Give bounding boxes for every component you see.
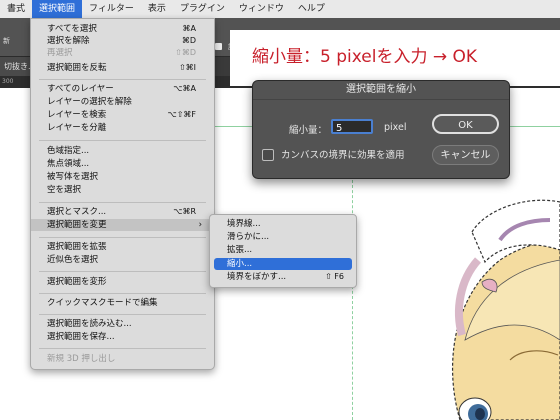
cancel-button[interactable]: キャンセル xyxy=(432,145,499,165)
menu-plugins[interactable]: プラグイン xyxy=(173,0,232,18)
menu-separator xyxy=(39,202,206,203)
options-checkbox[interactable] xyxy=(215,43,222,50)
menu-item-select-all[interactable]: すべてを選択 ⌘A xyxy=(31,23,214,35)
menu-item-deselect[interactable]: 選択を解除 ⌘D xyxy=(31,35,214,47)
submenu-item-contract[interactable]: 縮小... xyxy=(214,258,352,270)
menu-item-select-subject[interactable]: 被写体を選択 xyxy=(31,171,214,183)
menubar: 書式 選択範囲 フィルター 表示 プラグイン ウィンドウ ヘルプ xyxy=(0,0,560,19)
contract-unit-label: pixel xyxy=(384,122,407,133)
menu-separator xyxy=(39,79,206,80)
menu-item-all-layers[interactable]: すべてのレイヤー ⌥⌘A xyxy=(31,83,214,95)
menu-view[interactable]: 表示 xyxy=(141,0,173,18)
apply-canvas-bounds-label[interactable]: カンバスの境界に効果を適用 xyxy=(281,147,405,161)
menu-item-deselect-layers[interactable]: レイヤーの選択を解除 xyxy=(31,96,214,108)
submenu-item-feather[interactable]: 境界をぼかす... ⇧ F6 xyxy=(210,271,356,283)
menu-separator xyxy=(39,271,206,272)
character-artwork xyxy=(452,199,560,420)
menu-item-save-selection[interactable]: 選択範囲を保存... xyxy=(31,331,214,343)
ok-button[interactable]: OK xyxy=(432,114,499,134)
menu-item-select-sky[interactable]: 空を選択 xyxy=(31,184,214,196)
annotation-text: 縮小量：5 pixelを入力 → OK xyxy=(252,47,478,67)
menu-item-isolate-layers[interactable]: レイヤーを分離 xyxy=(31,122,214,134)
menu-item-modify[interactable]: 選択範囲を変更 › xyxy=(31,219,214,231)
menu-item-find-layers[interactable]: レイヤーを検索 ⌥⇧⌘F xyxy=(31,109,214,121)
menu-item-new-3d-extrusion: 新規 3D 押し出し xyxy=(47,354,116,364)
menu-separator xyxy=(39,140,206,141)
menu-item-similar[interactable]: 近似色を選択 xyxy=(31,254,214,266)
menu-separator xyxy=(39,314,206,315)
submenu-item-smooth[interactable]: 滑らかに... xyxy=(210,231,356,243)
menu-help[interactable]: ヘルプ xyxy=(291,0,332,18)
select-menu-dropdown: すべてを選択 ⌘A 選択を解除 ⌘D 再選択 ⇧⌘D 選択範囲を反転 ⇧⌘I すべてのレ… xyxy=(30,18,215,370)
menu-window[interactable]: ウィンドウ xyxy=(232,0,291,18)
menu-separator xyxy=(39,348,206,349)
contract-selection-dialog: 選択範囲を縮小 縮小量： 5 pixel カンバスの境界に効果を適用 OK キャ… xyxy=(252,80,510,179)
ruler-tick-label: 300 xyxy=(2,78,14,85)
menu-separator xyxy=(39,293,206,294)
menu-item-grow[interactable]: 選択範囲を拡張 xyxy=(31,241,214,253)
apply-canvas-bounds-checkbox[interactable] xyxy=(262,149,274,161)
menu-item-focus-area[interactable]: 焦点領域... xyxy=(31,158,214,170)
menu-format[interactable]: 書式 xyxy=(0,0,32,18)
menu-filter[interactable]: フィルター xyxy=(82,0,141,18)
instruction-annotation: 縮小量：5 pixelを入力 → OK xyxy=(230,30,560,86)
chevron-right-icon: › xyxy=(198,220,202,230)
modify-submenu: 境界線... 滑らかに... 拡張... 縮小... 境界をぼかす... ⇧ F6 xyxy=(209,214,357,288)
menu-item-transform-selection[interactable]: 選択範囲を変形 xyxy=(31,276,214,288)
menu-item-quick-mask[interactable]: クイックマスクモードで編集 xyxy=(31,297,214,309)
menu-item-select-and-mask[interactable]: 選択とマスク... ⌥⌘R xyxy=(31,206,214,218)
menu-separator xyxy=(39,237,206,238)
menu-item-reselect: 再選択 ⇧⌘D xyxy=(47,48,196,58)
options-new-label[interactable]: 新 xyxy=(3,36,10,47)
menu-item-load-selection[interactable]: 選択範囲を読み込む... xyxy=(31,318,214,330)
contract-amount-label: 縮小量： xyxy=(289,125,328,136)
menu-select[interactable]: 選択範囲 xyxy=(32,0,83,18)
menu-item-inverse[interactable]: 選択範囲を反転 ⇧⌘I xyxy=(31,62,214,74)
menu-item-color-range[interactable]: 色域指定... xyxy=(31,145,214,157)
dialog-title: 選択範囲を縮小 xyxy=(253,81,509,100)
submenu-item-expand[interactable]: 拡張... xyxy=(210,244,356,256)
contract-amount-input[interactable]: 5 xyxy=(331,119,373,134)
submenu-item-border[interactable]: 境界線... xyxy=(210,218,356,230)
